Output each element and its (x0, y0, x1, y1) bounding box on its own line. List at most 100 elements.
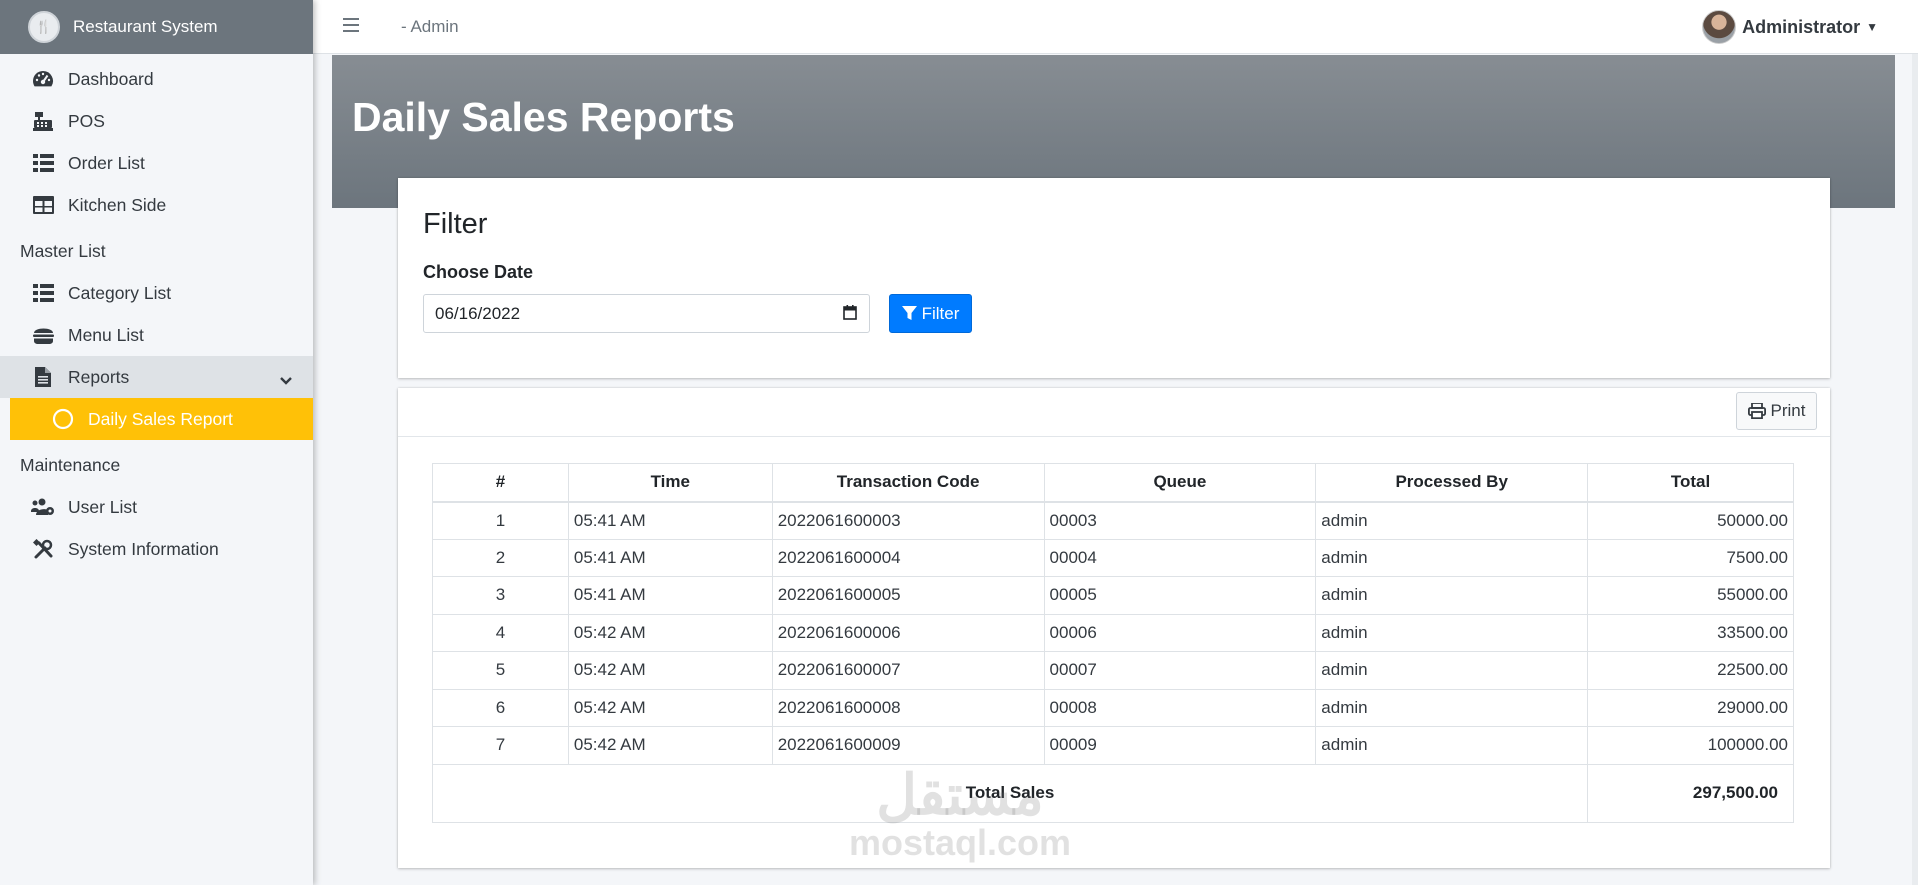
date-input[interactable]: 06/16/2022 (423, 294, 870, 333)
brand-logo: 🍴 (28, 11, 60, 43)
sidebar-item-label: Reports (68, 366, 130, 387)
table-row: 1 05:41 AM 2022061600003 00003 admin 500… (432, 501, 1794, 540)
row-total: 100000.00 (1587, 726, 1794, 765)
print-icon (1747, 403, 1766, 419)
row-queue: 00006 (1043, 613, 1317, 652)
scrollbar[interactable] (1912, 54, 1918, 885)
sidebar-item-system-information[interactable]: System Information (0, 528, 313, 570)
row-time: 05:41 AM (567, 501, 773, 540)
row-processed-by: admin (1315, 726, 1589, 765)
column-header: Transaction Code (771, 463, 1045, 503)
sidebar-item-label: Kitchen Side (68, 194, 167, 215)
row-queue: 00003 (1043, 501, 1317, 540)
row-total: 29000.00 (1587, 688, 1794, 727)
sidebar-item-reports[interactable]: Reports (0, 356, 313, 398)
column-header: # (432, 463, 569, 503)
row-total: 33500.00 (1587, 613, 1794, 652)
filter-icon (901, 306, 917, 320)
row-time: 05:42 AM (567, 613, 773, 652)
table-row: 6 05:42 AM 2022061600008 00008 admin 290… (432, 688, 1794, 727)
sidebar-item-user-list[interactable]: User List (0, 486, 313, 528)
brand-link[interactable]: 🍴 Restaurant System (0, 0, 313, 54)
print-button[interactable]: Print (1736, 392, 1817, 430)
row-processed-by: admin (1315, 651, 1589, 690)
row-processed-by: admin (1315, 501, 1589, 540)
row-processed-by: admin (1315, 688, 1589, 727)
filter-button-label: Filter (921, 303, 960, 323)
row-transaction-code: 2022061600005 (771, 576, 1045, 615)
burger-icon (30, 324, 56, 346)
report-card: Print # Time Transaction Code Queue Proc… (398, 388, 1830, 868)
cash-register-icon (30, 110, 56, 132)
row-queue: 00009 (1043, 726, 1317, 765)
table-row: 3 05:41 AM 2022061600005 00005 admin 550… (432, 576, 1794, 615)
top-navbar: - Admin Administrator ▼ (313, 0, 1918, 54)
sidebar-item-label: Dashboard (68, 68, 154, 89)
tachometer-icon (30, 68, 56, 90)
row-processed-by: admin (1315, 613, 1589, 652)
file-icon (30, 366, 56, 388)
table-icon (30, 194, 56, 216)
total-row: Total Sales 297,500.00 (431, 763, 1794, 823)
column-header: Queue (1043, 463, 1317, 503)
user-name: Administrator (1742, 16, 1861, 37)
sidebar-item-kitchen-side[interactable]: Kitchen Side (0, 184, 313, 226)
sidebar-nav: Dashboard POS Order List Kitchen Side Ma… (0, 54, 313, 570)
sidebar-item-category-list[interactable]: Category List (0, 272, 313, 314)
sidebar-item-label: Menu List (68, 324, 144, 345)
row-number: 5 (432, 651, 569, 690)
column-header: Processed By (1315, 463, 1589, 503)
report-card-header: Print (398, 388, 1830, 437)
row-transaction-code: 2022061600007 (771, 651, 1045, 690)
row-processed-by: admin (1315, 538, 1589, 577)
sidebar-item-label: Daily Sales Report (88, 408, 233, 429)
sidebar-item-label: Category List (68, 282, 172, 303)
row-transaction-code: 2022061600006 (771, 613, 1045, 652)
filter-title: Filter (423, 208, 488, 240)
row-queue: 00008 (1043, 688, 1317, 727)
row-time: 05:42 AM (567, 726, 773, 765)
row-number: 1 (432, 501, 569, 540)
row-queue: 00005 (1043, 576, 1317, 615)
row-time: 05:41 AM (567, 576, 773, 615)
user-menu[interactable]: Administrator ▼ (1702, 10, 1878, 44)
sidebar-item-label: POS (68, 110, 105, 131)
date-value: 06/16/2022 (435, 303, 521, 323)
table-row: 7 05:42 AM 2022061600009 00009 admin 100… (432, 726, 1794, 765)
circle-icon (50, 408, 76, 430)
row-transaction-code: 2022061600003 (771, 501, 1045, 540)
sidebar-item-daily-sales-report[interactable]: Daily Sales Report (10, 398, 313, 440)
sidebar: 🍴 Restaurant System Dashboard POS Order … (0, 0, 313, 885)
row-processed-by: admin (1315, 576, 1589, 615)
total-sales-value: 297,500.00 (1587, 763, 1794, 823)
table-row: 2 05:41 AM 2022061600004 00004 admin 750… (432, 538, 1794, 577)
row-time: 05:41 AM (567, 538, 773, 577)
sidebar-item-pos[interactable]: POS (0, 100, 313, 142)
sidebar-header-maintenance: Maintenance (20, 455, 121, 475)
chevron-down-icon (279, 370, 293, 391)
row-total: 50000.00 (1587, 501, 1794, 540)
sidebar-header-master: Master List (20, 241, 106, 261)
sidebar-item-menu-list[interactable]: Menu List (0, 314, 313, 356)
users-cog-icon (30, 496, 56, 518)
row-total: 7500.00 (1587, 538, 1794, 577)
sidebar-item-dashboard[interactable]: Dashboard (0, 58, 313, 100)
row-number: 4 (432, 613, 569, 652)
sidebar-item-label: System Information (68, 538, 219, 559)
topbar-title: - Admin (401, 16, 459, 36)
filter-button[interactable]: Filter (889, 294, 972, 333)
page-title: Daily Sales Reports (352, 94, 735, 140)
sidebar-item-order-list[interactable]: Order List (0, 142, 313, 184)
row-transaction-code: 2022061600004 (771, 538, 1045, 577)
sales-report-table: # Time Transaction Code Queue Processed … (431, 463, 1794, 823)
avatar (1702, 10, 1737, 44)
row-number: 2 (432, 538, 569, 577)
caret-down-icon: ▼ (1866, 20, 1878, 34)
calendar-icon[interactable] (843, 305, 857, 325)
row-number: 7 (432, 726, 569, 765)
sidebar-item-label: Order List (68, 152, 145, 173)
hamburger-menu-icon[interactable] (343, 15, 359, 38)
row-transaction-code: 2022061600009 (771, 726, 1045, 765)
row-number: 3 (432, 576, 569, 615)
print-button-label: Print (1770, 401, 1806, 420)
